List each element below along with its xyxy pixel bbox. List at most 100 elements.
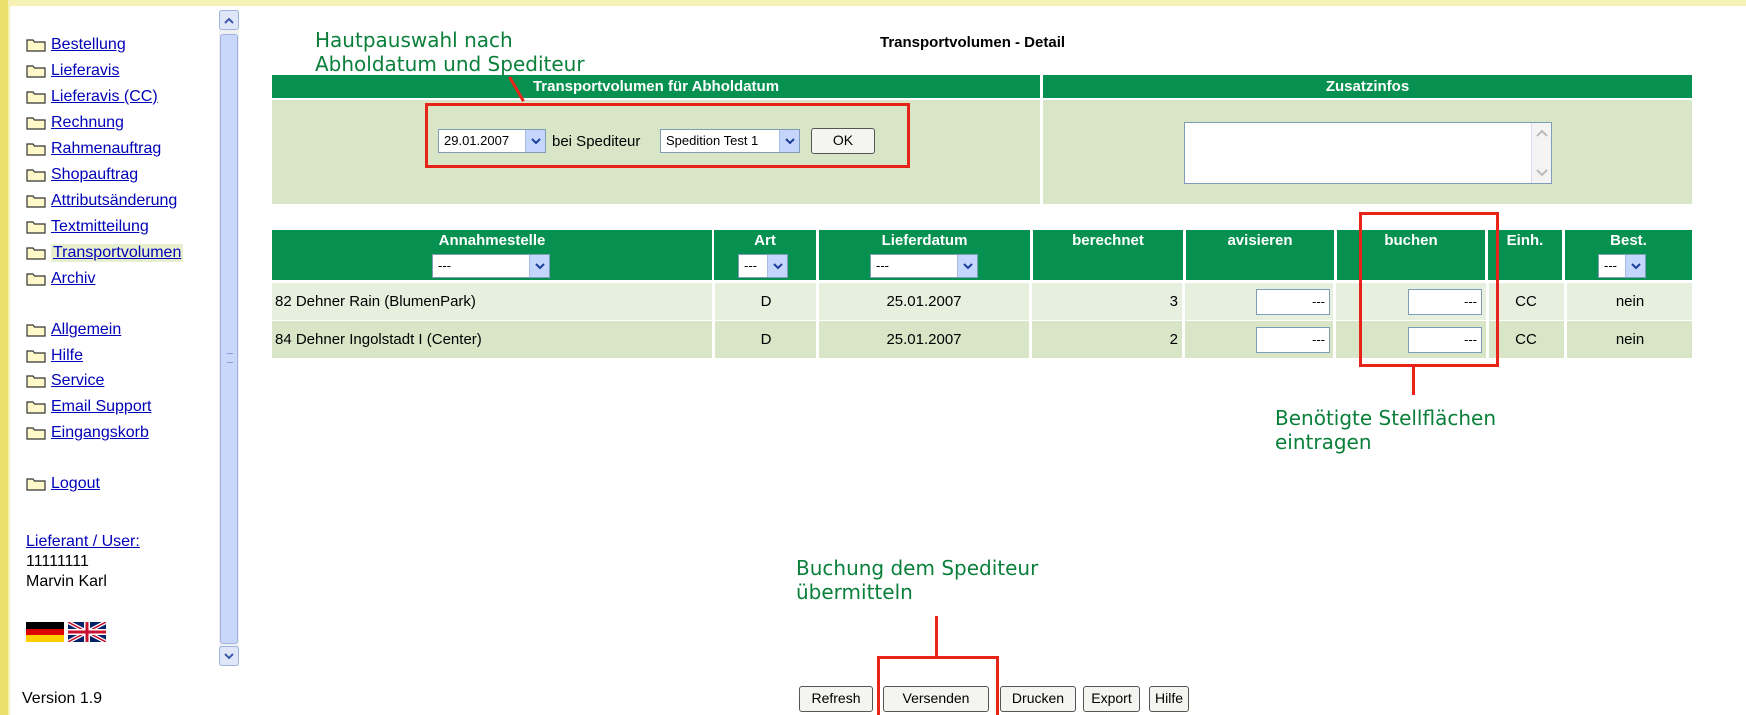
- nav-link-label[interactable]: Allgemein: [51, 321, 121, 339]
- additional-info-textarea[interactable]: [1184, 122, 1552, 184]
- user-name: Marvin Karl: [26, 573, 107, 590]
- cell-art: D: [760, 331, 772, 348]
- chevron-down-icon: [1625, 255, 1645, 277]
- folder-icon: [26, 38, 46, 52]
- cell-berechnet: 2: [1169, 331, 1178, 348]
- sidebar-item-attributs-nderung[interactable]: Attributsänderung: [26, 192, 177, 210]
- top-frame-strip: [0, 0, 1746, 6]
- cell-best: nein: [1615, 293, 1645, 310]
- sidebar-item-eingangskorb[interactable]: Eingangskorb: [26, 424, 149, 442]
- nav-link-label[interactable]: Hilfe: [51, 347, 83, 365]
- folder-icon: [26, 374, 46, 388]
- sidebar-item-transportvolumen[interactable]: Transportvolumen: [26, 244, 184, 262]
- column-header-label: Best.: [1610, 232, 1647, 249]
- nav-link-label[interactable]: Transportvolumen: [51, 244, 184, 262]
- textarea-scroll-icon: [1536, 129, 1548, 177]
- help-button[interactable]: Hilfe: [1149, 686, 1189, 712]
- sidebar-item-shopauftrag[interactable]: Shopauftrag: [26, 166, 138, 184]
- highlight-pickup-selection: [425, 103, 910, 168]
- column-filter-select[interactable]: ---: [1598, 254, 1646, 278]
- column-header-label: berechnet: [1072, 232, 1144, 249]
- column-header-label: Art: [754, 232, 776, 249]
- cell-best: nein: [1615, 331, 1645, 348]
- sidebar-item-email-support[interactable]: Email Support: [26, 398, 152, 416]
- sidebar-item-lieferavis-cc[interactable]: Lieferavis (CC): [26, 88, 158, 106]
- column-filter-select[interactable]: ---: [432, 254, 550, 278]
- user-id: 11111111: [26, 553, 89, 570]
- highlight-buchen-column: [1359, 212, 1499, 367]
- sidebar-item-rahmenauftrag[interactable]: Rahmenauftrag: [26, 140, 161, 158]
- cell-annahmestelle: 82 Dehner Rain (BlumenPark): [275, 293, 476, 310]
- left-panel-header: Transportvolumen für Abholdatum: [272, 75, 1040, 98]
- folder-icon: [26, 349, 46, 363]
- right-panel-header: Zusatzinfos: [1043, 75, 1692, 98]
- folder-icon: [26, 168, 46, 182]
- nav-link-label[interactable]: Email Support: [51, 398, 152, 416]
- scroll-thumb[interactable]: [220, 34, 238, 644]
- german-flag-icon[interactable]: [26, 622, 64, 642]
- column-filter-select[interactable]: ---: [870, 254, 978, 278]
- user-label-link[interactable]: Lieferant / User:: [26, 533, 140, 550]
- nav-link-label[interactable]: Rechnung: [51, 114, 124, 132]
- folder-icon: [26, 194, 46, 208]
- nav-link-label[interactable]: Textmitteilung: [51, 218, 149, 236]
- highlight-send-button: [877, 656, 999, 715]
- print-button[interactable]: Drucken: [1000, 686, 1076, 712]
- column-header-4: avisieren: [1186, 230, 1334, 280]
- folder-icon: [26, 426, 46, 440]
- nav-link-label[interactable]: Rahmenauftrag: [51, 140, 161, 158]
- nav-link-label[interactable]: Archiv: [51, 270, 95, 288]
- chevron-down-icon: [529, 255, 549, 277]
- chevron-down-icon: [957, 255, 977, 277]
- folder-icon: [26, 64, 46, 78]
- annotation-pointer-send: [935, 616, 938, 658]
- left-frame-strip: [0, 0, 8, 715]
- nav-link-label[interactable]: Shopauftrag: [51, 166, 138, 184]
- sidebar-item-allgemein[interactable]: Allgemein: [26, 321, 121, 339]
- chevron-down-icon: [224, 652, 234, 659]
- nav-link-label[interactable]: Lieferavis (CC): [51, 88, 158, 106]
- cell-berechnet: 3: [1169, 293, 1178, 310]
- nav-link-label[interactable]: Attributsänderung: [51, 192, 177, 210]
- left-frame-strip-inner: [8, 0, 10, 715]
- refresh-button[interactable]: Refresh: [799, 686, 873, 712]
- avisieren-input[interactable]: ---: [1256, 289, 1330, 315]
- sidebar-item-rechnung[interactable]: Rechnung: [26, 114, 124, 132]
- folder-icon: [26, 246, 46, 260]
- export-button[interactable]: Export: [1083, 686, 1140, 712]
- nav-link-label[interactable]: Lieferavis: [51, 62, 119, 80]
- folder-icon: [26, 477, 46, 491]
- sidebar-item-lieferavis[interactable]: Lieferavis: [26, 62, 119, 80]
- sidebar-scrollbar[interactable]: [219, 10, 239, 666]
- column-filter-select[interactable]: ---: [738, 254, 788, 278]
- folder-icon: [26, 220, 46, 234]
- cell-lieferdatum: 25.01.2007: [886, 331, 962, 348]
- sidebar-item-bestellung[interactable]: Bestellung: [26, 36, 126, 54]
- annotation-pointer-buchen: [1412, 367, 1415, 395]
- cell-lieferdatum: 25.01.2007: [886, 293, 962, 310]
- sidebar-item-hilfe[interactable]: Hilfe: [26, 347, 83, 365]
- sidebar-item-logout[interactable]: Logout: [26, 475, 100, 493]
- nav-link-label[interactable]: Logout: [51, 475, 100, 493]
- scroll-up-button[interactable]: [219, 10, 239, 30]
- column-header-label: Einh.: [1506, 232, 1544, 249]
- filter-value: ---: [876, 258, 889, 273]
- nav-link-label[interactable]: Bestellung: [51, 36, 126, 54]
- sidebar-item-service[interactable]: Service: [26, 372, 104, 390]
- column-header-6: Einh.: [1488, 230, 1562, 280]
- page-title: Transportvolumen - Detail: [880, 34, 1066, 51]
- nav-link-label[interactable]: Eingangskorb: [51, 424, 149, 442]
- cell-einh: CC: [1515, 293, 1537, 310]
- filter-value: ---: [744, 258, 757, 273]
- nav-link-label[interactable]: Service: [51, 372, 104, 390]
- uk-flag-icon[interactable]: [68, 622, 106, 642]
- avisieren-input[interactable]: ---: [1256, 327, 1330, 353]
- scroll-down-button[interactable]: [219, 646, 239, 666]
- annotation-pickup: Hautpauswahl nach Abholdatum und Spedite…: [315, 28, 585, 76]
- user-info: Lieferant / User: 11111111 Marvin Karl: [26, 532, 140, 592]
- column-header-label: Lieferdatum: [881, 232, 968, 249]
- column-header-label: avisieren: [1227, 232, 1293, 249]
- sidebar-item-textmitteilung[interactable]: Textmitteilung: [26, 218, 149, 236]
- sidebar-item-archiv[interactable]: Archiv: [26, 270, 95, 288]
- annotation-buchen: Benötigte Stellflächen eintragen: [1275, 406, 1496, 454]
